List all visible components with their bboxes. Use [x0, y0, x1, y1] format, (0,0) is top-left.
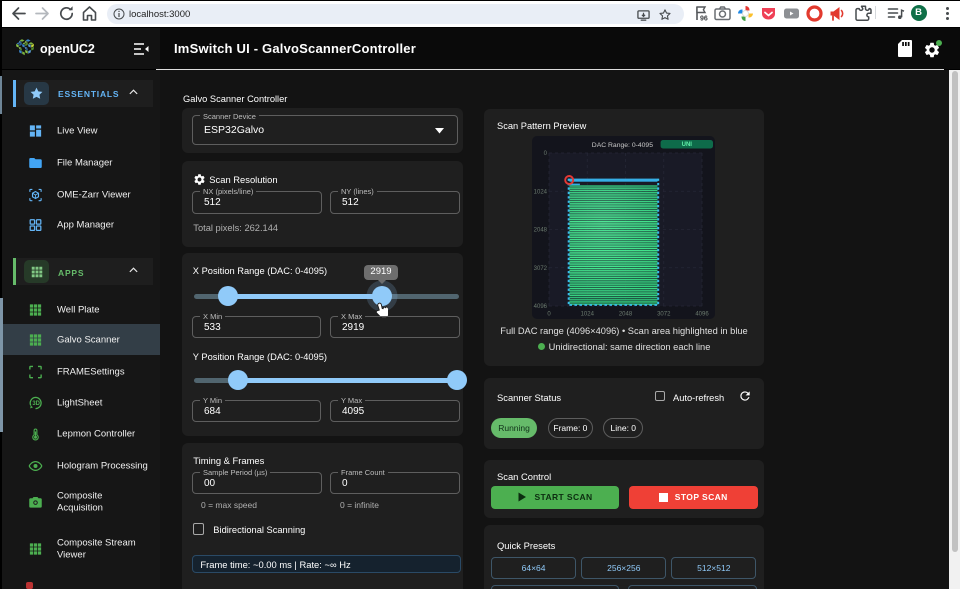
- svg-text:2048: 2048: [534, 228, 548, 234]
- svg-text:DAC Range: 0-4095: DAC Range: 0-4095: [592, 142, 653, 149]
- svg-text:UNI: UNI: [682, 142, 693, 148]
- svg-text:3072: 3072: [534, 266, 548, 272]
- svg-text:1024: 1024: [534, 189, 548, 195]
- svg-text:4096: 4096: [534, 304, 548, 310]
- svg-text:4096: 4096: [695, 312, 709, 318]
- svg-text:3D: 3D: [32, 401, 40, 407]
- svg-text:3072: 3072: [657, 312, 671, 318]
- svg-text:2048: 2048: [619, 312, 633, 318]
- svg-text:96: 96: [700, 16, 708, 23]
- svg-text:1024: 1024: [581, 312, 595, 318]
